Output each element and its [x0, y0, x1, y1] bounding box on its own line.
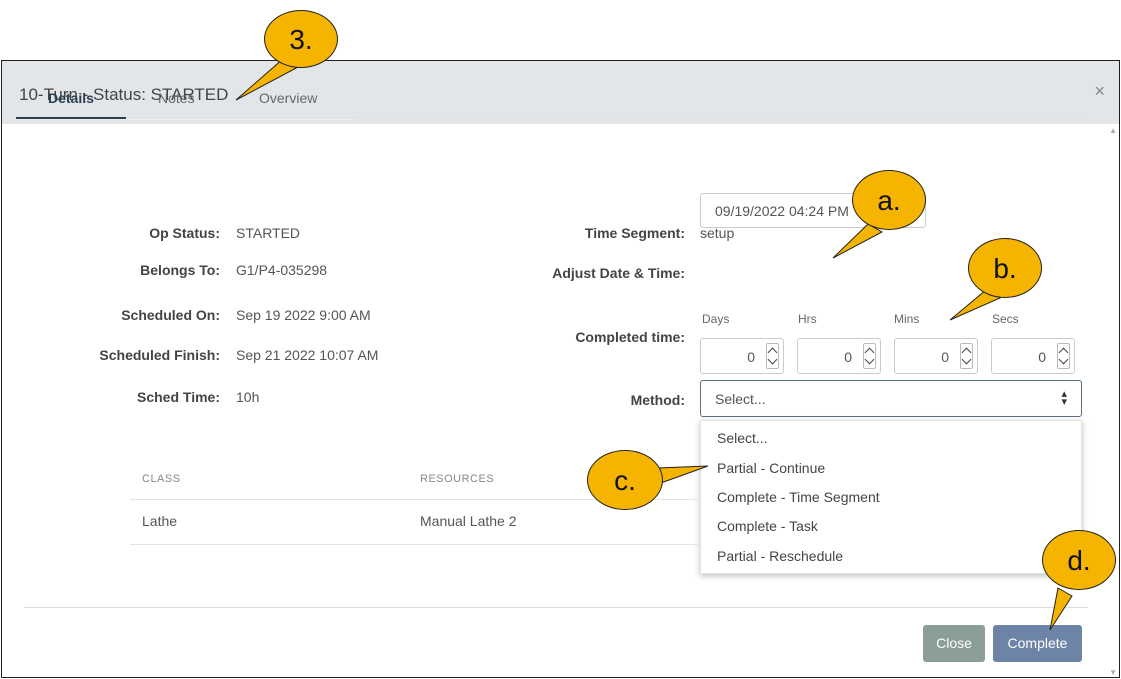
callout-d-pointer — [1049, 587, 1073, 631]
callout-pointers — [235, 57, 1073, 631]
callout-b: b. — [968, 238, 1042, 298]
callout-a-pointer — [832, 223, 884, 259]
callout-d: d. — [1042, 530, 1116, 590]
callout-3: 3. — [264, 10, 338, 68]
callout-c: c. — [587, 450, 663, 510]
callout-c-pointer — [657, 465, 709, 485]
callout-a: a. — [852, 170, 926, 230]
